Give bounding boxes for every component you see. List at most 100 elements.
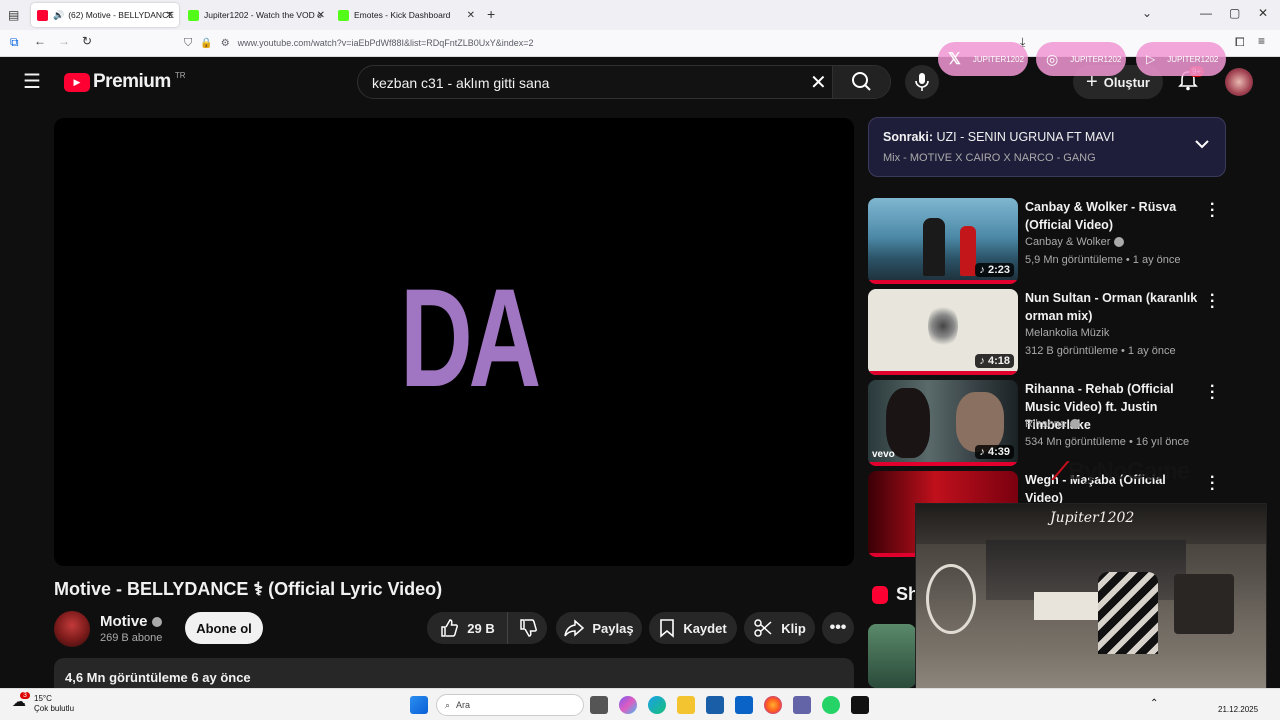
bookmark-icon [660,619,675,638]
channel-avatar[interactable] [54,611,90,647]
recommendation-item[interactable]: vevo ♪ 4:39 Rihanna - Rehab (Official Mu… [868,379,1226,466]
clip-label: Klip [781,620,806,636]
duration-badge: ♪ 2:23 [975,263,1014,277]
new-tab-button[interactable]: + [487,6,495,22]
hamburger-menu-icon[interactable]: ☰ [23,69,41,94]
kick-app-icon[interactable] [851,696,869,714]
thumbs-down-icon [519,619,537,637]
recommendation-item[interactable]: ♪ 4:18 Nun Sultan - Orman (karanlık orma… [868,288,1226,375]
recommendation-item[interactable]: ♪ 2:23 Canbay & Wolker - Rüsva (Official… [868,197,1226,284]
taskbar-search-placeholder: Ara [456,700,471,710]
forward-icon[interactable]: → [58,34,70,48]
overlay-pill-instagram: ◎ JUPITER1202 [1036,42,1126,76]
whatsapp-icon[interactable] [822,696,840,714]
clear-search-icon[interactable]: ✕ [810,70,827,95]
youtube-icon: ▷ [1146,52,1156,66]
cam-signature: Jupiter1202 [1050,510,1135,526]
close-tab-icon[interactable]: ✕ [467,10,475,21]
maximize-icon[interactable]: ▢ [1229,6,1240,20]
extensions-icon[interactable]: ⧠ [1235,35,1245,50]
webcam-overlay: Jupiter1202 [915,503,1267,700]
back-icon[interactable]: ← [34,34,46,48]
video-thumbnail[interactable]: vevo ♪ 4:39 [868,380,1018,466]
weather-temp: 15°C [34,694,52,703]
kick-favicon-icon [188,9,199,21]
search-box[interactable]: kezban c31 - aklım gitti sana ✕ [357,65,891,99]
up-next-panel[interactable]: Sonraki: UZI - SENIN UGRUNA FT MAVI Mix … [868,117,1226,177]
search-input[interactable]: kezban c31 - aklım gitti sana [372,75,549,91]
dislike-button[interactable] [507,612,547,644]
youtube-premium-logo[interactable]: ▶ Premium TR [64,71,185,93]
task-view-icon[interactable] [590,696,608,714]
shorts-thumbnail[interactable] [868,624,916,688]
verified-icon [1114,237,1125,248]
share-button[interactable]: Paylaş [556,612,642,644]
tab-list-icon[interactable]: ▤ [8,8,19,22]
store-icon[interactable] [706,696,724,714]
tab-label: Jupiter1202 - Watch the VOD o [204,10,322,20]
close-tab-icon[interactable]: ✕ [317,10,325,21]
windows-taskbar: ☁ 3 15°C Çok bulutlu ⌕ Ara ⌃ 21.12.2025 [0,688,1280,720]
pill-handle: JUPITER1202 [1167,54,1219,64]
duration-badge: ♪ 4:39 [975,445,1014,459]
tab-kick-dashboard[interactable]: Emotes - Kick Dashboard ✕ [332,3,480,27]
tab-kick-vod[interactable]: Jupiter1202 - Watch the VOD o ✕ [182,3,330,27]
close-window-icon[interactable]: ✕ [1258,6,1268,20]
search-button[interactable] [832,66,890,98]
chevron-down-icon[interactable]: ⌄ [1142,6,1152,20]
tray-chevron-icon[interactable]: ⌃ [1150,698,1158,709]
up-next-mix: Mix - MOTIVE X CAIRO X NARCO - GANG [883,152,1096,164]
weather-widget[interactable]: ☁ 3 [12,692,32,713]
menu-icon[interactable]: ≡ [1258,34,1265,48]
taskbar-search[interactable]: ⌕ Ara [436,694,584,716]
copilot-icon[interactable] [619,696,637,714]
edge-icon[interactable] [648,696,666,714]
save-button[interactable]: Kaydet [649,612,737,644]
more-actions-button[interactable]: ••• [822,612,854,644]
weather-text[interactable]: 15°C Çok bulutlu [34,694,74,714]
video-thumbnail[interactable]: ♪ 2:23 [868,198,1018,284]
x-logo-icon: 𝕏 [948,51,961,68]
close-tab-icon[interactable]: ✕ [166,10,174,21]
channel-name-row[interactable]: Motive [100,613,162,630]
minimize-icon[interactable]: — [1200,6,1212,20]
url-bar[interactable]: ⛉ 🔒 ⚙ www.youtube.com/watch?v=iaEbPdWf88… [178,32,958,54]
video-title: Motive - BELLYDANCE ⚕ (Official Lyric Vi… [54,579,443,599]
tab-label: (62) Motive - BELLYDANCE [68,10,174,20]
firefox-icon[interactable] [764,696,782,714]
file-explorer-icon[interactable] [677,696,695,714]
chevron-down-icon[interactable] [1195,136,1209,154]
search-icon: ⌕ [445,699,451,710]
more-vertical-icon[interactable]: · · · [1210,288,1215,316]
watermark-logo-icon: ⟋ [1052,458,1069,485]
voice-search-button[interactable] [905,65,939,99]
subscribe-button[interactable]: Abone ol [185,612,263,644]
create-label: Oluştur [1103,74,1150,90]
more-vertical-icon[interactable]: · · · [1210,470,1215,498]
more-vertical-icon[interactable]: · · · [1210,197,1215,225]
outlook-icon[interactable] [735,696,753,714]
watch-progress-bar [868,462,1018,466]
up-next-prefix: Sonraki: [883,130,937,144]
subscriber-count: 269 B abone [100,632,163,644]
weather-desc: Çok bulutlu [34,704,75,713]
reload-icon[interactable]: ↻ [82,34,92,48]
speaker-icon: 🔊 [53,9,65,20]
like-button[interactable]: 29 B [427,612,507,644]
watch-progress-bar [868,371,1018,375]
video-thumbnail[interactable]: ♪ 4:18 [868,289,1018,375]
thumbs-up-icon [441,619,459,637]
save-label: Kaydet [683,620,727,636]
shorts-heading: Sh [872,584,919,605]
like-count: 29 B [467,620,495,636]
sidebar-icon[interactable]: ⧉ [10,35,19,50]
account-avatar[interactable] [1225,68,1253,96]
more-vertical-icon[interactable]: · · · [1210,379,1215,407]
clock-date: 21.12.2025 [1218,705,1259,714]
url-text: www.youtube.com/watch?v=iaEbPdWf88I&list… [237,38,534,48]
windows-start-icon[interactable] [410,696,428,714]
tab-youtube[interactable]: 🔊 (62) Motive - BELLYDANCE ✕ [31,3,179,27]
teams-icon[interactable] [793,696,811,714]
clip-button[interactable]: Klip [744,612,815,644]
video-frame-text: DA [400,259,541,416]
